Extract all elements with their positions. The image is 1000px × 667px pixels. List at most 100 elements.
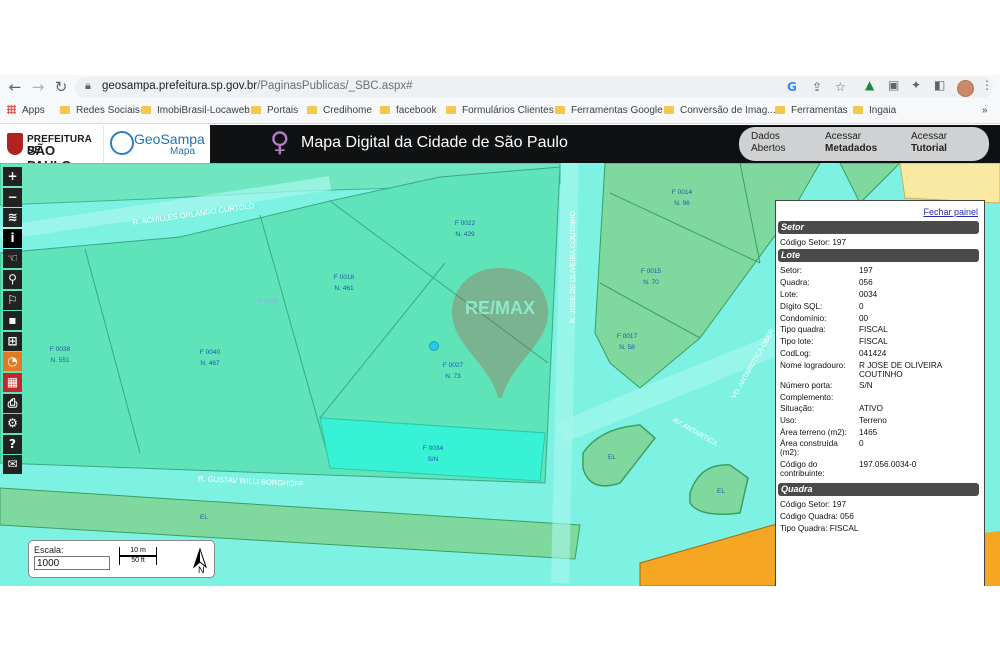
el-label: EL [608, 454, 616, 461]
apps-grid-icon [7, 105, 16, 114]
bookmark-folder[interactable]: Credihome [307, 105, 372, 116]
url-text[interactable]: geosampa.prefeitura.sp.gov.br/PaginasPub… [102, 80, 412, 92]
settings-icon[interactable]: ⚙ [3, 414, 22, 434]
drive-icon[interactable]: ▲ [865, 78, 874, 92]
lot-label-n: N. 96 [674, 200, 690, 207]
print-icon[interactable]: ⎙ [3, 393, 22, 413]
lote-row: Dígito SQL: 0 [780, 302, 864, 311]
scale-control: Escala: 10 m 50 ft N [28, 540, 215, 578]
field-value: 0 [859, 302, 864, 311]
menu-dots-icon[interactable]: ⋮ [981, 78, 993, 92]
help-icon[interactable]: ? [3, 434, 22, 454]
bookmark-folder[interactable]: Portais [251, 105, 298, 116]
grid-icon[interactable]: ▦ [3, 372, 22, 392]
bookmark-folder[interactable]: Ferramentas [775, 105, 848, 116]
bookmark-folder[interactable]: Redes Sociais [60, 105, 140, 116]
field-key: Setor: [780, 266, 802, 275]
street-label-coutinho: R. JOSE DE OLIVEIRA COUTINHO [570, 210, 577, 323]
field-value: Terreno [859, 416, 887, 425]
reload-icon[interactable]: ↻ [52, 78, 70, 96]
quadra-row: Código Quadra: 056 [780, 512, 854, 521]
info-icon[interactable]: i [3, 228, 22, 248]
field-key: CodLog: [780, 349, 811, 358]
prefeitura-logo[interactable]: PREFEITURA DE SÃO PAULO [0, 125, 103, 173]
mail-icon[interactable]: ✉ [3, 455, 22, 475]
north-label: N [198, 565, 205, 575]
bookmark-folder[interactable]: ImobiBrasil-Locaweb [141, 105, 250, 116]
city-crest-icon [7, 133, 23, 155]
field-value: 041424 [859, 349, 887, 358]
profile-avatar[interactable] [957, 80, 974, 97]
search-icon[interactable]: ⚲ [3, 269, 22, 289]
share-icon[interactable]: ⇪ [812, 80, 822, 94]
lote-row: Lote: 0034 [780, 290, 877, 299]
bookmark-label: Ferramentas [791, 105, 848, 116]
field-value: 197 [832, 238, 847, 247]
sidepanel-icon[interactable]: ◧ [934, 78, 945, 92]
lot-label-f: F 0015 [641, 268, 662, 275]
more-bookmarks-icon[interactable]: » [982, 105, 988, 116]
scale-input[interactable] [34, 556, 110, 570]
save-icon[interactable]: ▪ [3, 311, 22, 331]
quadra-row: Código Setor: 197 [780, 500, 846, 509]
lote-row: Tipo quadra: FISCAL [780, 325, 888, 334]
header-buttons: Dados Abertos Acessar Metadados Acessar Tut… [739, 127, 989, 161]
address-bar[interactable]: 🔒︎ geosampa.prefeitura.sp.gov.br/Paginas… [75, 77, 993, 98]
yellow-block [899, 163, 1000, 204]
lot-label-f: F 0038 [50, 346, 71, 353]
btn-line2: Metadados [825, 143, 878, 154]
field-key: Complemento: [780, 393, 834, 402]
field-value: FISCAL [829, 524, 859, 533]
bookmark-folder[interactable]: facebook [380, 105, 437, 116]
orange-block [983, 531, 1000, 586]
bookmark-folder[interactable]: Ferramentas Google [555, 105, 663, 116]
bookmark-label: Ferramentas Google [571, 105, 663, 116]
folder-icon [555, 106, 565, 114]
measure-icon[interactable]: ⚐ [3, 290, 22, 310]
dados-abertos-button[interactable]: Dados Abertos [751, 131, 785, 155]
bookmark-folder[interactable]: Formulários Clientes [446, 105, 554, 116]
close-panel-link[interactable]: Fechar painel [923, 207, 978, 217]
field-key: Número porta: [780, 381, 833, 390]
bookmark-folder[interactable]: Conversão de Imag... [664, 105, 776, 116]
field-key: Nome logradouro: [780, 361, 846, 370]
field-key: Condomínio: [780, 314, 827, 323]
lote-row: Situação: ATIVO [780, 404, 883, 413]
star-icon[interactable]: ☆ [835, 80, 846, 94]
url-host: geosampa.prefeitura.sp.gov.br [102, 80, 258, 92]
metadados-button[interactable]: Acessar Metadados [825, 131, 877, 155]
zoom-out-icon[interactable]: − [3, 187, 22, 207]
map-canvas[interactable]: R. ACHILLES ORLANDO CURTOLO R. GUSTAV WI… [0, 163, 1000, 586]
el-label: EL [200, 514, 208, 521]
layers-icon[interactable]: ≋ [3, 208, 22, 228]
section-quadra: Quadra [778, 483, 979, 496]
btn-line2: Abertos [751, 143, 786, 154]
bookmark-folder[interactable]: Ingaia [853, 105, 896, 116]
lot-label-f: F 0040 [200, 349, 221, 356]
zoom-in-icon[interactable]: + [3, 167, 22, 186]
hand-icon[interactable]: ☜ [3, 249, 22, 269]
btn-line1: Dados [751, 131, 780, 142]
field-value: 0034 [859, 290, 878, 299]
folder-icon [60, 106, 70, 114]
app-header: PREFEITURA DE SÃO PAULO GeoSampa Mapa ♀ … [0, 125, 1000, 173]
setor-code-row: Código Setor: 197 [780, 238, 846, 247]
pizza-icon[interactable]: ◔ [3, 352, 22, 372]
field-key: Código Quadra: [780, 512, 838, 521]
geosampa-logo[interactable]: GeoSampa Mapa [103, 125, 210, 163]
tutorial-button[interactable]: Acessar Tutorial [911, 131, 947, 155]
bookmark-apps[interactable]: Apps [7, 105, 45, 116]
bookmark-label: Portais [267, 105, 299, 116]
ruler-icon[interactable]: ⊞ [3, 331, 22, 351]
puzzle-icon[interactable]: ✦ [911, 78, 921, 92]
forward-icon[interactable]: → [29, 78, 47, 96]
back-icon[interactable]: ← [6, 78, 24, 96]
extension-code-icon[interactable]: ▣ [888, 78, 899, 92]
watermark-text: RE/MAX [465, 298, 535, 318]
field-value: FISCAL [859, 337, 888, 346]
folder-icon [251, 106, 261, 114]
field-key: Área construída (m2): [780, 439, 838, 457]
google-icon[interactable]: G [787, 80, 797, 94]
lot-label-f: F 0027 [443, 362, 464, 369]
field-value: S/N [859, 381, 873, 390]
